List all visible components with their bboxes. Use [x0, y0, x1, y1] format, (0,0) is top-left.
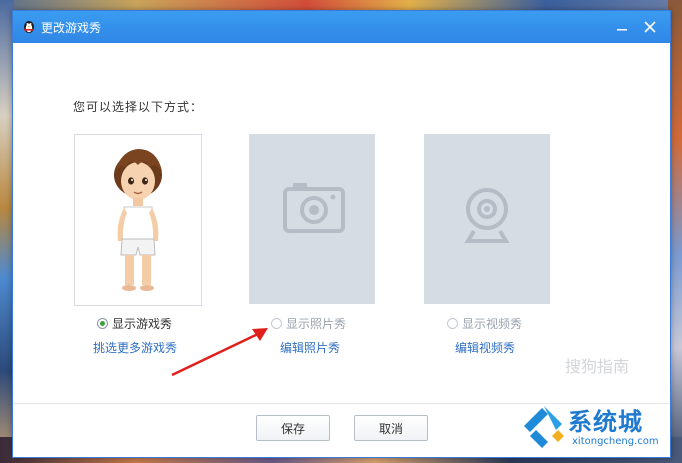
edit-photo-show-link[interactable]: 编辑照片秀	[280, 339, 340, 356]
avatar-image	[114, 149, 162, 291]
photo-show-option[interactable]: 显示照片秀	[271, 315, 346, 332]
game-show-option[interactable]: 显示游戏秀	[97, 315, 172, 332]
webcam-icon	[464, 188, 510, 243]
penguin-icon	[24, 21, 34, 33]
site-name: 系统城	[568, 408, 643, 436]
more-game-shows-link[interactable]: 挑选更多游戏秀	[93, 339, 177, 356]
cancel-button[interactable]: 取消	[354, 415, 428, 441]
video-show-card[interactable]	[424, 134, 550, 304]
video-show-radio[interactable]	[447, 318, 458, 329]
photo-show-label: 显示照片秀	[286, 317, 347, 331]
site-url: xitongcheng.com	[572, 436, 659, 447]
edit-video-show-link[interactable]: 编辑视频秀	[455, 339, 515, 356]
window-title: 更改游戏秀	[41, 21, 102, 35]
site-watermark: 系统城 xitongcheng.com	[520, 400, 680, 456]
video-show-option[interactable]: 显示视频秀	[447, 315, 522, 332]
video-show-label: 显示视频秀	[462, 317, 523, 331]
title-bar[interactable]: 更改游戏秀	[13, 11, 670, 43]
windows-logo-icon	[524, 406, 564, 448]
game-show-card[interactable]	[74, 134, 202, 306]
change-show-dialog: 更改游戏秀 您可以选择以下方式： 显示游戏秀 显示照片秀 显示视频秀 挑选更多游…	[12, 10, 671, 458]
photo-show-card[interactable]	[249, 134, 375, 304]
save-button[interactable]: 保存	[256, 415, 330, 441]
sogou-watermark: 搜狗指南	[565, 357, 630, 376]
close-icon[interactable]	[638, 15, 662, 39]
camera-icon	[283, 183, 345, 233]
red-arrow-annotation	[171, 328, 268, 377]
minimize-icon[interactable]	[610, 15, 634, 39]
game-show-label: 显示游戏秀	[112, 317, 173, 331]
instruction-text: 您可以选择以下方式：	[73, 100, 204, 114]
game-show-radio[interactable]	[97, 318, 108, 329]
